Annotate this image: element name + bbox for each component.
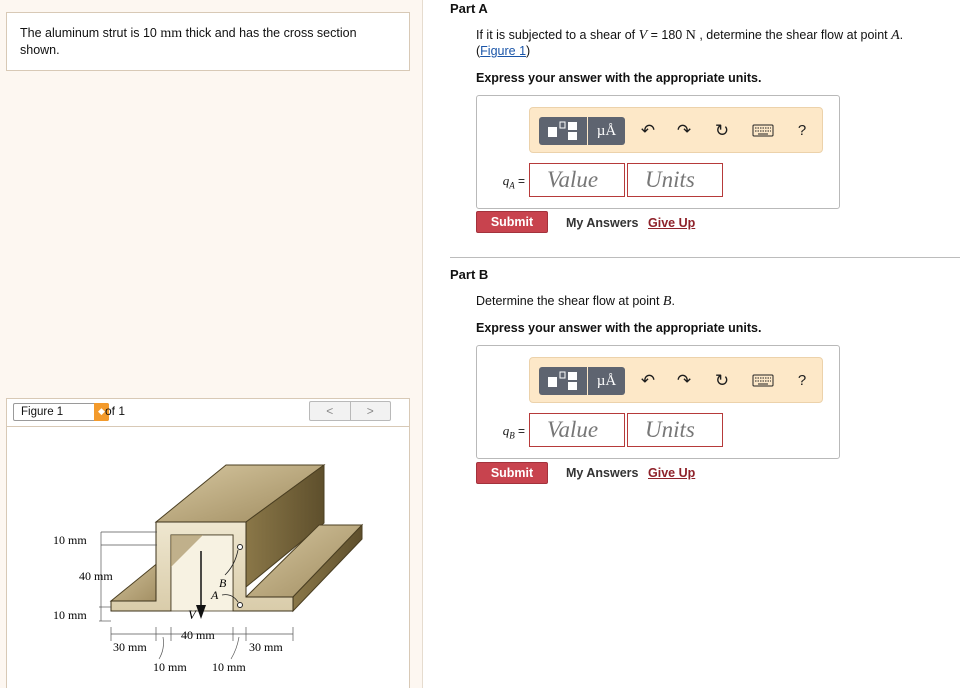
part-a-my-answers-link[interactable]: My Answers [566,216,638,230]
part-a-variable-label: qA = [487,173,525,191]
reset-icon[interactable]: ↻ [710,367,734,395]
dim-10mm-top: 10 mm [53,533,87,547]
part-b-toolbar: µÅ ↶ ↷ ↻ ? [529,357,823,403]
part-a-title: Part A [450,1,488,16]
part-a-question: If it is subjected to a shear of V = 180… [476,28,903,44]
part-a-value-input[interactable]: Value [529,163,625,197]
dim-10mm-b: 10 mm [212,660,246,674]
part-a-q-pre: If it is subjected to a shear of [476,28,639,42]
part-b-variable-label: qB = [487,423,525,441]
figure-select[interactable]: Figure 1 ◆ [13,403,109,421]
part-a-equals: = [517,174,525,188]
reset-icon[interactable]: ↻ [710,117,734,145]
figure-navigation-bar: Figure 1 ◆ of 1 < > [6,398,410,426]
figure-count: of 1 [105,404,126,418]
templates-icon [548,121,577,140]
answer-panel: Part A If it is subjected to a shear of … [423,0,960,688]
part-a-give-up-link[interactable]: Give Up [648,216,695,230]
figure-link-close: ) [526,44,531,58]
part-a-q-end: . [899,28,904,42]
figure-pager: < > [309,401,391,421]
dim-30mm-left: 30 mm [113,640,147,654]
part-a-units-input[interactable]: Units [627,163,723,197]
figure-area: B A V 10 mm 40 mm 10 mm 40 mm 30 mm 30 m… [6,426,410,688]
part-a-submit-button[interactable]: Submit [476,211,548,233]
part-b-give-up-link[interactable]: Give Up [648,466,695,480]
dim-30mm-right: 30 mm [249,640,283,654]
part-b-answer-box: µÅ ↶ ↷ ↻ ? qB = Value Units [476,345,840,459]
undo-icon[interactable]: ↶ [636,367,660,395]
keyboard-glyph [752,124,774,137]
keyboard-icon[interactable] [750,117,776,145]
label-b: B [219,576,227,590]
part-b-equals: = [517,424,525,438]
part-b-my-answers-link[interactable]: My Answers [566,466,638,480]
part-b-units-input[interactable]: Units [627,413,723,447]
part-a-q-post: , determine the shear flow at point [695,28,892,42]
dim-leader-10b [230,636,240,660]
part-a-instruction: Express your answer with the appropriate… [476,71,762,85]
point-a-marker [237,602,243,608]
templates-icon [548,371,577,390]
redo-icon[interactable]: ↷ [672,367,696,395]
part-b-submit-button[interactable]: Submit [476,462,548,484]
problem-statement: The aluminum strut is 10 mm thick and ha… [6,12,410,71]
part-a-q-unit: N [685,28,696,43]
templates-button[interactable] [539,117,587,145]
problem-panel: The aluminum strut is 10 mm thick and ha… [0,0,423,688]
label-a: A [210,588,219,602]
part-a-figure-ref: (Figure 1) [476,44,530,58]
problem-unit: mm [160,26,183,41]
problem-text-start: The aluminum strut is 10 [20,26,161,40]
prev-figure-button[interactable]: < [310,402,350,420]
help-icon[interactable]: ? [792,117,812,145]
help-icon[interactable]: ? [792,367,812,395]
figure-select-value: Figure 1 [21,406,64,418]
keyboard-icon[interactable] [750,367,776,395]
part-b-value-input[interactable]: Value [529,413,625,447]
part-b-var-sub: B [509,430,515,441]
next-figure-button[interactable]: > [349,402,391,420]
figure-link[interactable]: Figure 1 [480,44,526,58]
part-a-q-var: V [638,28,648,43]
part-b-q-pre: Determine the shear flow at point [476,294,663,308]
units-button[interactable]: µÅ [588,117,625,145]
part-a-var-sub: A [509,180,515,191]
dim-10mm-a: 10 mm [153,660,187,674]
part-b-question: Determine the shear flow at point B. [476,294,675,310]
redo-icon[interactable]: ↷ [672,117,696,145]
strut-figure: B A V 10 mm 40 mm 10 mm 40 mm 30 mm 30 m… [53,464,364,674]
part-b-title: Part B [450,267,489,282]
dim-leader-10a [158,636,164,660]
templates-button[interactable] [539,367,587,395]
part-divider [450,257,960,258]
dim-40mm-mid: 40 mm [181,628,215,642]
shear-arrow-head [196,605,206,619]
part-b-instruction: Express your answer with the appropriate… [476,321,762,335]
part-b-q-end: . [671,294,675,308]
part-a-q-point: A [891,28,900,43]
dim-10mm-bottom: 10 mm [53,608,87,622]
part-a-q-mid: = 180 [647,28,686,42]
part-a-answer-box: µÅ ↶ ↷ ↻ ? qA = Value Units [476,95,840,209]
part-a-toolbar: µÅ ↶ ↷ ↻ ? [529,107,823,153]
point-b-marker [237,544,243,550]
keyboard-glyph [752,374,774,387]
units-button[interactable]: µÅ [588,367,625,395]
dim-40mm-left: 40 mm [79,569,113,583]
undo-icon[interactable]: ↶ [636,117,660,145]
